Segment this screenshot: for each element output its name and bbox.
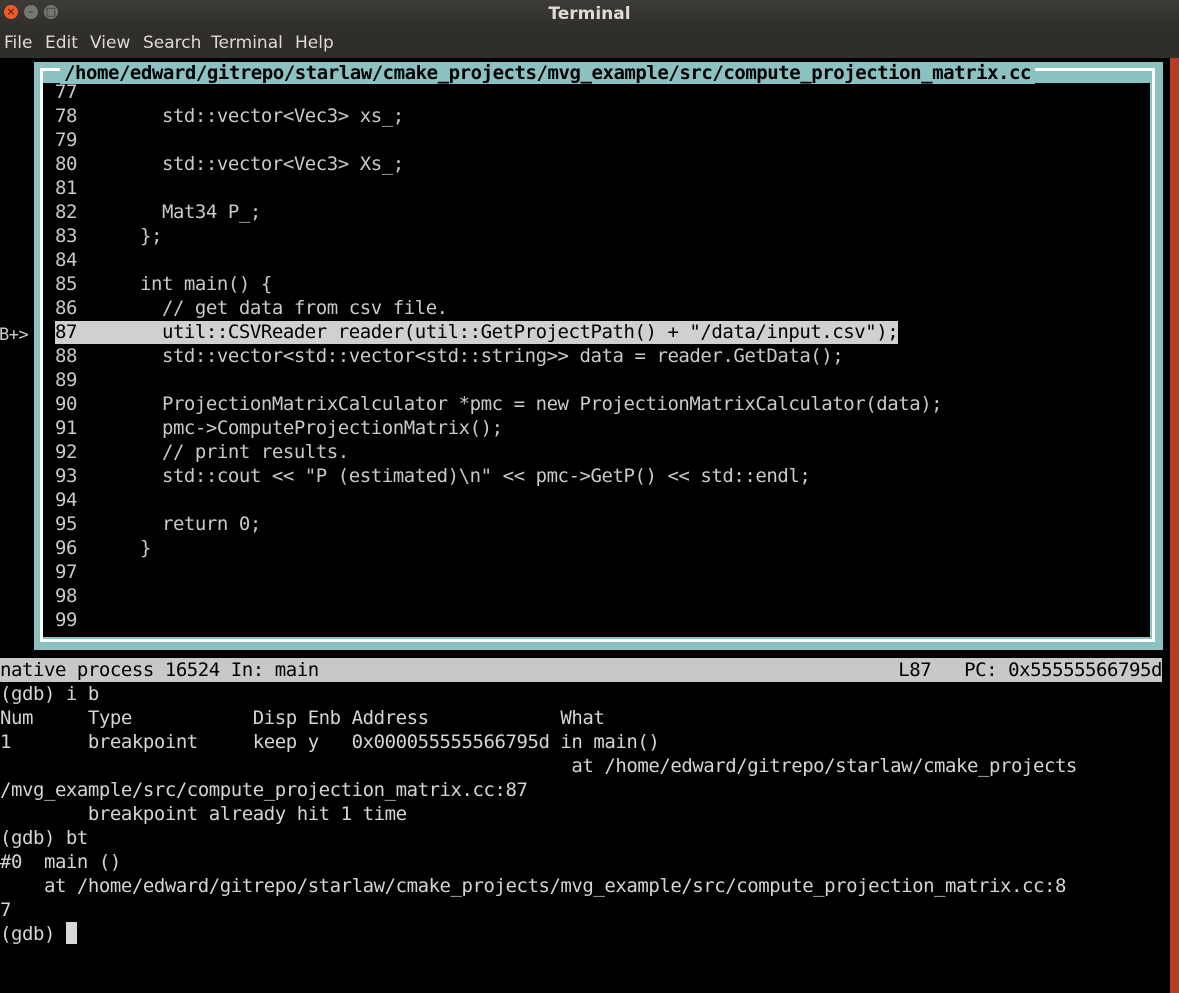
source-line: 91 pmc->ComputeProjectionMatrix();	[55, 416, 503, 440]
source-line: 86 // get data from csv file.	[55, 296, 448, 320]
line-number: 91	[55, 417, 77, 439]
line-number: 88	[55, 345, 77, 367]
line-number: 81	[55, 177, 77, 199]
source-line: 78 std::vector<Vec3> xs_;	[55, 104, 404, 128]
source-line: 98	[55, 584, 118, 608]
window-title: Terminal	[548, 4, 631, 24]
source-line: 90 ProjectionMatrixCalculator *pmc = new…	[55, 392, 943, 416]
gdb-output-line: #0 main ()	[0, 850, 121, 874]
source-line: 96 }	[55, 536, 151, 560]
line-number: 93	[55, 465, 77, 487]
source-line: 95 return 0;	[55, 512, 261, 536]
source-file-path: /home/edward/gitrepo/starlaw/cmake_proje…	[60, 62, 1036, 84]
line-code: Mat34 P_;	[118, 201, 261, 223]
line-code: std::cout << "P (estimated)\n" << pmc->G…	[118, 465, 811, 487]
gdb-prompt[interactable]: (gdb)	[0, 922, 77, 946]
gdb-output-line: 1 breakpoint keep y 0x000055555566795d i…	[0, 730, 660, 754]
source-line: 83 };	[55, 224, 162, 248]
line-code: ProjectionMatrixCalculator *pmc = new Pr…	[118, 393, 943, 415]
line-number: 79	[55, 129, 77, 151]
menu-help[interactable]: Help	[295, 34, 334, 52]
gdb-text: /mvg_example/src/compute_projection_matr…	[0, 779, 528, 801]
gdb-text: (gdb)	[0, 923, 66, 945]
gdb-output-line: Num Type Disp Enb Address What	[0, 706, 605, 730]
line-code: // print results.	[118, 441, 349, 463]
gdb-text: 7	[0, 899, 11, 921]
status-bar: native process 16524 In: main L87 PC: 0x…	[0, 658, 1162, 682]
source-line: 94	[55, 488, 118, 512]
line-number: 78	[55, 105, 77, 127]
gdb-text: 1 breakpoint keep y 0x000055555566795d i…	[0, 731, 660, 753]
line-number: 95	[55, 513, 77, 535]
line-number: 80	[55, 153, 77, 175]
line-number: 89	[55, 369, 77, 391]
line-code: std::vector<Vec3> xs_;	[118, 105, 404, 127]
line-number: 98	[55, 585, 77, 607]
line-number: 90	[55, 393, 77, 415]
line-number: 87	[55, 321, 77, 343]
menu-bar: File Edit View Search Terminal Help	[0, 28, 1179, 58]
line-number: 97	[55, 561, 77, 583]
gdb-output-line: (gdb) i b	[0, 682, 99, 706]
text-cursor	[65, 922, 77, 944]
gdb-output-line: breakpoint already hit 1 time	[0, 802, 407, 826]
source-line: 85 int main() {	[55, 272, 272, 296]
source-line: 99	[55, 608, 118, 632]
source-window: 77 78 std::vector<Vec3> xs_; 79 80 std::vec…	[34, 62, 1163, 650]
source-line: 97	[55, 560, 118, 584]
gdb-text: (gdb) bt	[0, 827, 88, 849]
line-code: util::CSVReader reader(util::GetProjectP…	[118, 321, 899, 343]
line-code: // get data from csv file.	[118, 297, 448, 319]
terminal-area[interactable]: 77 78 std::vector<Vec3> xs_; 79 80 std::vec…	[0, 58, 1170, 993]
source-line: 93 std::cout << "P (estimated)\n" << pmc…	[55, 464, 811, 488]
line-number: 82	[55, 201, 77, 223]
line-number: 85	[55, 273, 77, 295]
line-code: return 0;	[118, 513, 261, 535]
gdb-text: breakpoint already hit 1 time	[0, 803, 407, 825]
gdb-output-line: 7	[0, 898, 11, 922]
gdb-text: at /home/edward/gitrepo/starlaw/cmake_pr…	[0, 755, 1077, 777]
source-line: 89	[55, 368, 118, 392]
gdb-output-line: at /home/edward/gitrepo/starlaw/cmake_pr…	[0, 874, 1066, 898]
menu-search[interactable]: Search	[143, 34, 201, 52]
gdb-output-line: at /home/edward/gitrepo/starlaw/cmake_pr…	[0, 754, 1077, 778]
source-line: 88 std::vector<std::vector<std::string>>…	[55, 344, 844, 368]
title-bar: × – □ Terminal	[0, 0, 1179, 28]
source-line: 84	[55, 248, 118, 272]
gdb-text: (gdb) i b	[0, 683, 99, 705]
breakpoint-marker: B+>	[0, 325, 29, 345]
gdb-output-line: (gdb) bt	[0, 826, 88, 850]
menu-edit[interactable]: Edit	[45, 34, 78, 52]
gdb-text: at /home/edward/gitrepo/starlaw/cmake_pr…	[0, 875, 1066, 897]
line-number: 83	[55, 225, 77, 247]
gdb-text: Num Type Disp Enb Address What	[0, 707, 605, 729]
source-code-area[interactable]: 77 78 std::vector<Vec3> xs_; 79 80 std::vec…	[43, 81, 1150, 637]
line-code: std::vector<std::vector<std::string>> da…	[118, 345, 844, 367]
source-line: 80 std::vector<Vec3> Xs_;	[55, 152, 404, 176]
line-code: };	[118, 225, 162, 247]
menu-view[interactable]: View	[90, 34, 130, 52]
line-code: std::vector<Vec3> Xs_;	[118, 153, 404, 175]
source-line: 92 // print results.	[55, 440, 349, 464]
menu-file[interactable]: File	[4, 34, 32, 52]
gdb-text: #0 main ()	[0, 851, 121, 873]
status-location: L87 PC: 0x55555566795d	[898, 659, 1162, 681]
line-number: 84	[55, 249, 77, 271]
menu-terminal[interactable]: Terminal	[211, 34, 283, 52]
status-process: native process 16524 In: main	[0, 659, 319, 681]
source-line: 79	[55, 128, 118, 152]
source-line: 81	[55, 176, 118, 200]
gdb-output-line: /mvg_example/src/compute_projection_matr…	[0, 778, 528, 802]
line-number: 96	[55, 537, 77, 559]
line-code: }	[118, 537, 151, 559]
line-code: pmc->ComputeProjectionMatrix();	[118, 417, 503, 439]
line-number: 94	[55, 489, 77, 511]
source-line: 87 util::CSVReader reader(util::GetProje…	[55, 320, 899, 344]
desktop-edge	[1170, 58, 1179, 993]
line-number: 92	[55, 441, 77, 463]
source-line: 82 Mat34 P_;	[55, 200, 261, 224]
line-number: 86	[55, 297, 77, 319]
line-number: 99	[55, 609, 77, 631]
line-code: int main() {	[118, 273, 272, 295]
